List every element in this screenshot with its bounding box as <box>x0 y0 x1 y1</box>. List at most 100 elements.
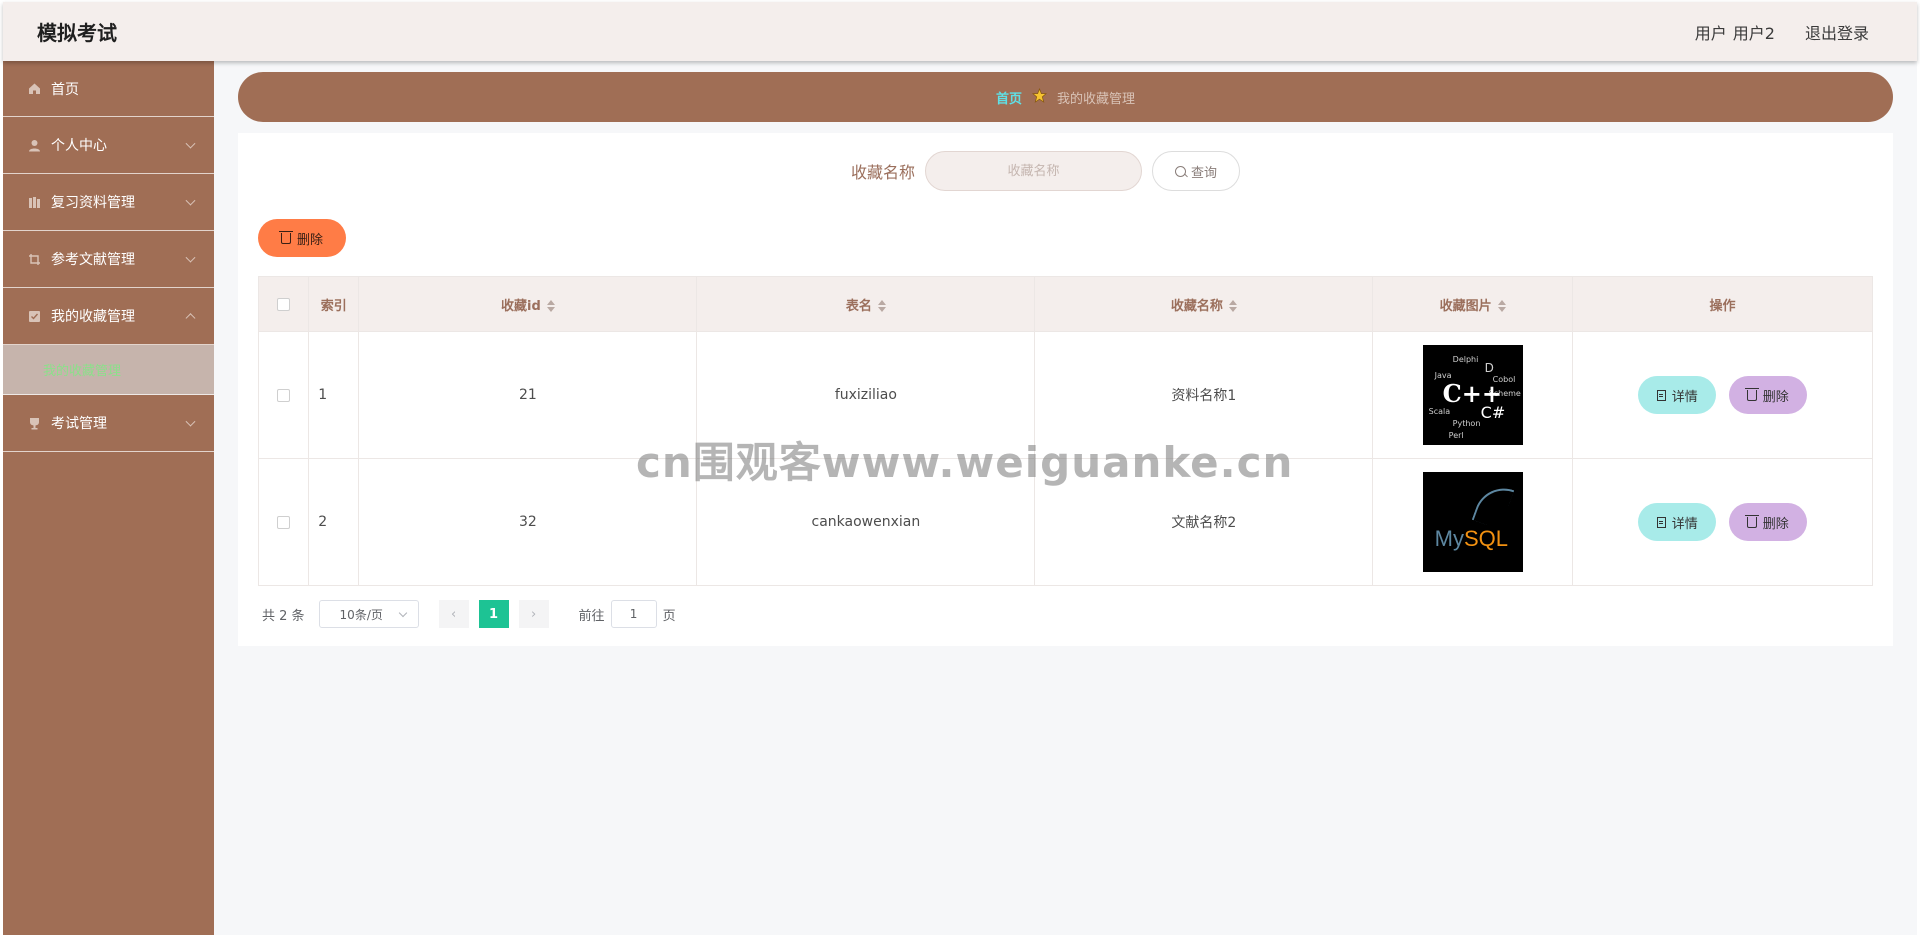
select-all-checkbox[interactable] <box>277 297 291 311</box>
crop-icon <box>27 252 41 266</box>
chevron-up-icon <box>185 313 196 324</box>
detail-label: 详情 <box>1671 515 1698 531</box>
cell-name: 文献名称2 <box>1034 458 1374 586</box>
mysql-logo-image: MySQL <box>1422 472 1523 572</box>
user-role: 用户 <box>1694 23 1727 43</box>
header-table-name-label: 表名 <box>845 298 872 314</box>
user-icon <box>27 138 41 152</box>
search-button[interactable]: 查询 <box>1152 151 1240 191</box>
breadcrumb-current: 我的收藏管理 <box>1057 91 1136 107</box>
thumb-word: Python <box>1452 419 1481 428</box>
sidebar-item-review-materials[interactable]: 复习资料管理 <box>3 174 214 231</box>
thumb-word: Scala <box>1428 407 1451 416</box>
breadcrumb-home[interactable]: 首页 <box>996 88 1022 107</box>
next-page-button[interactable]: › <box>518 600 549 628</box>
sidebar-item-label: 我的收藏管理 <box>51 309 135 325</box>
page-size-select[interactable]: 10条/页 <box>318 600 419 628</box>
mysql-logo-sql: SQL <box>1463 526 1509 551</box>
header-name[interactable]: 收藏名称 <box>1034 276 1374 332</box>
sort-icon[interactable] <box>877 300 886 312</box>
sort-icon[interactable] <box>546 300 555 312</box>
home-icon <box>27 82 41 96</box>
header-id-label: 收藏id <box>501 298 541 314</box>
chevron-down-icon <box>185 252 196 263</box>
header-id[interactable]: 收藏id <box>358 276 698 332</box>
cell-id: 21 <box>358 331 698 459</box>
search-label: 收藏名称 <box>850 163 915 182</box>
cell-id: 32 <box>358 458 698 586</box>
table-header-row: 索引 收藏id 表名 收藏名称 收藏图片 操作 <box>257 276 1874 332</box>
sidebar-item-exams[interactable]: 考试管理 <box>3 395 214 452</box>
sidebar-item-label: 考试管理 <box>51 416 107 432</box>
header-actions: 操作 <box>1571 276 1874 332</box>
cell-image: MySQL <box>1372 458 1573 586</box>
submenu-item-my-favorites[interactable]: 我的收藏管理 <box>3 345 214 395</box>
sidebar-item-label: 参考文献管理 <box>51 252 135 268</box>
books-icon <box>27 195 41 209</box>
document-icon <box>1656 516 1666 528</box>
delete-label: 删除 <box>1762 388 1789 404</box>
header-image-label: 收藏图片 <box>1439 298 1492 314</box>
breadcrumb: 首页 我的收藏管理 <box>238 72 1893 122</box>
chevron-right-icon: › <box>530 606 537 622</box>
top-header: 模拟考试 用户 用户2 退出登录 <box>3 2 1917 61</box>
app-title: 模拟考试 <box>37 21 117 45</box>
page-number-active[interactable]: 1 <box>478 600 509 628</box>
batch-delete-button[interactable]: 删除 <box>258 219 346 257</box>
sidebar-item-profile[interactable]: 个人中心 <box>3 117 214 174</box>
detail-button[interactable]: 详情 <box>1638 503 1717 541</box>
user-name: 用户2 <box>1732 23 1775 43</box>
delete-button[interactable]: 删除 <box>1728 503 1807 541</box>
sidebar-item-home[interactable]: 首页 <box>3 61 214 117</box>
dolphin-shape <box>1471 480 1514 530</box>
cell-actions: 详情 删除 <box>1571 458 1874 586</box>
main-content: 首页 我的收藏管理 收藏名称 查询 删除 <box>214 61 1917 935</box>
header-name-label: 收藏名称 <box>1170 298 1223 314</box>
cell-name: 资料名称1 <box>1034 331 1374 459</box>
trash-icon <box>278 230 293 244</box>
search-icon <box>1174 165 1186 177</box>
trophy-icon <box>27 416 41 430</box>
header-user-area: 用户 用户2 退出登录 <box>1695 20 1869 44</box>
mysql-logo-text: MySQL <box>1435 526 1508 552</box>
header-table-name[interactable]: 表名 <box>696 276 1036 332</box>
sort-icon[interactable] <box>1497 300 1506 312</box>
goto-prefix: 前往 <box>578 608 605 624</box>
sidebar-item-favorites[interactable]: 我的收藏管理 <box>3 288 214 345</box>
table-row: 1 21 fuxiziliao 资料名称1 Delphi Java D Cobo… <box>257 331 1874 459</box>
row-checkbox[interactable] <box>277 515 291 529</box>
search-input[interactable] <box>925 151 1142 191</box>
pagination: 共 2 条 10条/页 ‹ 1 › 前往 页 <box>262 600 676 628</box>
thumb-word: Perl <box>1448 431 1464 440</box>
prev-page-button[interactable]: ‹ <box>438 600 469 628</box>
thumb-main-word: C++ <box>1442 379 1502 408</box>
cpp-logo-image: Delphi Java D Cobol Scheme Scala Python … <box>1422 345 1523 445</box>
trash-icon <box>1744 514 1759 528</box>
chevron-down-icon <box>185 138 196 149</box>
header-image[interactable]: 收藏图片 <box>1372 276 1573 332</box>
content-panel: 收藏名称 查询 删除 索引 收藏id 表名 收藏名称 <box>238 133 1893 646</box>
sidebar-item-label: 个人中心 <box>51 138 107 154</box>
detail-label: 详情 <box>1671 388 1698 404</box>
delete-button[interactable]: 删除 <box>1728 376 1807 414</box>
chevron-left-icon: ‹ <box>450 606 457 622</box>
batch-delete-label: 删除 <box>296 231 323 247</box>
detail-button[interactable]: 详情 <box>1638 376 1717 414</box>
sort-icon[interactable] <box>1228 300 1237 312</box>
sidebar-item-label: 首页 <box>51 81 79 98</box>
trash-icon <box>1744 387 1759 401</box>
logout-link[interactable]: 退出登录 <box>1805 20 1869 44</box>
cell-image: Delphi Java D Cobol Scheme Scala Python … <box>1372 331 1573 459</box>
thumb-word: D <box>1484 361 1494 375</box>
cell-table-name: fuxiziliao <box>696 331 1036 459</box>
pagination-total: 共 2 条 <box>262 608 305 624</box>
table-row: 2 32 cankaowenxian 文献名称2 MySQL 详情 删除 <box>257 458 1874 586</box>
goto-suffix: 页 <box>662 608 676 624</box>
row-checkbox[interactable] <box>277 388 291 402</box>
header-index: 索引 <box>308 276 360 332</box>
sidebar-item-references[interactable]: 参考文献管理 <box>3 231 214 288</box>
goto-page-input[interactable] <box>610 600 657 628</box>
star-icon <box>1031 87 1048 107</box>
favorites-table: 索引 收藏id 表名 收藏名称 收藏图片 操作 1 21 fuxiziliao … <box>257 276 1874 586</box>
row-select-cell <box>257 458 310 586</box>
